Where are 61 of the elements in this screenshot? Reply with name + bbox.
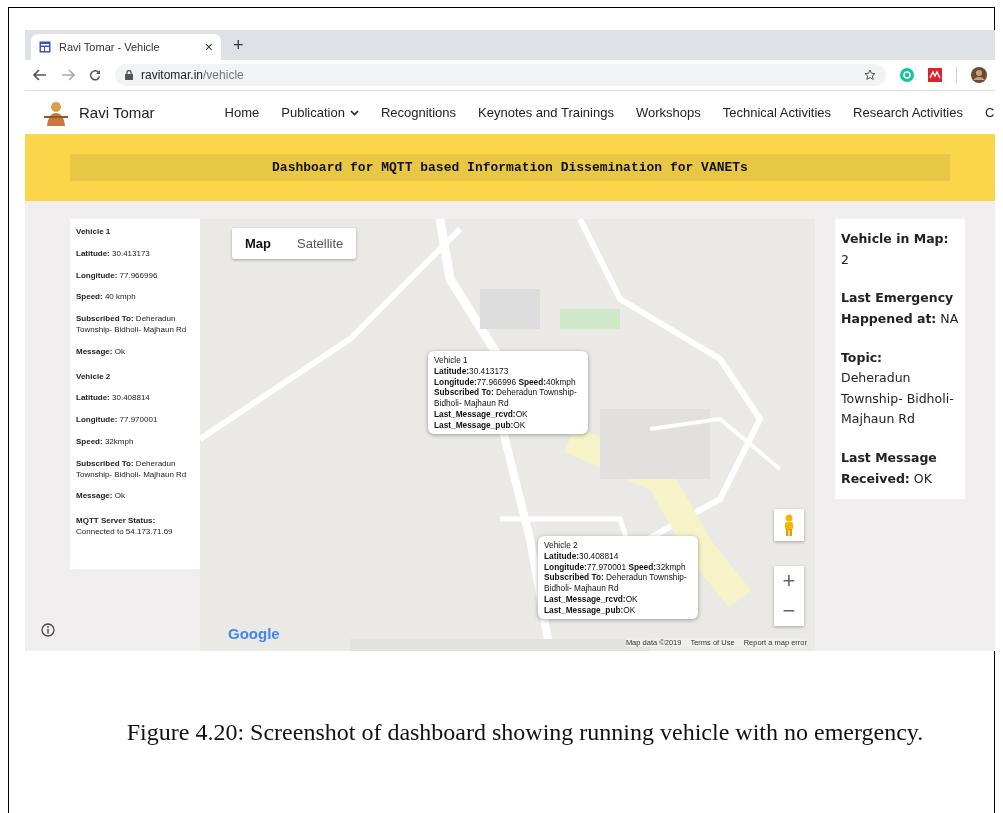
info-window-line: Subscribed To: Deheradun Township- Bidholi- Majhaun Rd <box>544 572 688 594</box>
map-type-tab[interactable]: Satellite <box>284 228 357 259</box>
nav-link[interactable]: Recognitions <box>380 105 457 120</box>
nav-link[interactable]: Home <box>224 105 260 120</box>
vehicle-field: Speed: 32kmph <box>76 436 194 448</box>
info-icon[interactable] <box>41 623 55 637</box>
vehicle-field: Subscribed To: Deheradun Township- Bidholi- Majhaun Rd <box>76 458 194 481</box>
new-tab-button[interactable]: + <box>233 34 244 56</box>
nav-link[interactable]: Technical Activities <box>722 105 832 120</box>
vehicle-field: Message: Ok <box>76 346 194 358</box>
vehicle-field: Message: Ok <box>76 491 194 503</box>
browser-tab[interactable]: Ravi Tomar - Vehicle × <box>31 34 221 60</box>
reload-icon[interactable] <box>89 69 101 81</box>
tab-title: Ravi Tomar - Vehicle <box>59 41 161 53</box>
dashboard-title: Dashboard for MQTT based Information Dissemination for VANETs <box>70 154 950 181</box>
zoom-in-button[interactable]: + <box>774 566 804 596</box>
vehicle-field: Subscribed To: Deheradun Township- Bidholi- Majhaun Rd <box>76 314 194 336</box>
info-window-line: Last_Message_rcvd:OK <box>544 593 639 605</box>
nav-link[interactable]: Workshops <box>635 105 701 120</box>
info-window-line: Vehicle 2 <box>544 540 579 551</box>
page-icon <box>39 41 51 53</box>
extension-icon[interactable] <box>928 68 942 82</box>
vehicle-field: Longitude: 77.970001 <box>76 415 194 426</box>
info-window-line: Vehicle 1 <box>434 355 469 366</box>
vehicle-field: Latitude: 30.408814 <box>76 393 194 405</box>
status-item: Vehicle in Map: 2 <box>841 230 950 269</box>
info-window-line: Last_Message_pub:OK <box>544 604 637 616</box>
nav-link[interactable]: Keynotes and Trainings <box>478 105 614 120</box>
nav-link[interactable]: C <box>984 105 995 120</box>
url-text: ravitomar.in/vehicle <box>141 68 245 82</box>
map-logo: Google <box>228 625 280 642</box>
info-window-line: Last_Message_rcvd:OK <box>434 408 529 420</box>
info-window-line: Latitude:30.413173 <box>434 365 510 377</box>
avatar-icon[interactable] <box>971 67 987 83</box>
server-status: MQTT Server Status: Connected to 54.173.71.69 <box>76 516 174 538</box>
status-item: Topic: Deheradun Township- Bidholi- Majhaun Rd <box>841 348 955 429</box>
nav-link[interactable]: Publication <box>281 105 359 120</box>
vehicle-field: Speed: 40 kmph <box>76 292 194 304</box>
vehicle-title: Vehicle 2 <box>76 371 112 383</box>
caret-icon <box>349 109 359 116</box>
back-icon[interactable] <box>33 69 47 81</box>
info-window-line: Latitude:30.408814 <box>544 550 620 562</box>
vehicle-title: Vehicle 1 <box>76 227 112 238</box>
vehicle-field: Longitude: 77.966996 <box>76 270 194 282</box>
address-bar[interactable]: ravitomar.in/vehicle <box>115 64 886 86</box>
info-window-line: Longitude:77.966996 Speed:40kmph <box>434 376 577 388</box>
figure-caption: Figure 4.20: Screenshot of dashboard showing running vehicle with no emergency. <box>125 718 925 747</box>
site-name[interactable]: Ravi Tomar <box>79 104 155 121</box>
pegman-icon <box>783 514 795 536</box>
zoom-out-button[interactable]: − <box>774 596 804 626</box>
info-window-line: Longitude:77.970001 Speed:32kmph <box>544 561 687 573</box>
map-type-tab[interactable]: Map <box>232 228 284 259</box>
lock-icon <box>125 70 133 80</box>
status-item: Last Emergency Happened at: NA <box>841 289 959 328</box>
status-item: Last Message Received: OK <box>841 449 938 488</box>
nav-link[interactable]: Research Activities <box>853 105 963 120</box>
vehicle-field: Latitude: 30.413173 <box>76 248 194 260</box>
info-window-line: Subscribed To: Deheradun Township- Bidholi- Majhaun Rd <box>434 387 578 409</box>
info-window-line: Last_Message_pub:OK <box>434 419 527 431</box>
tab-close-button[interactable]: × <box>204 39 213 55</box>
bookmark-star-icon[interactable] <box>864 69 876 81</box>
